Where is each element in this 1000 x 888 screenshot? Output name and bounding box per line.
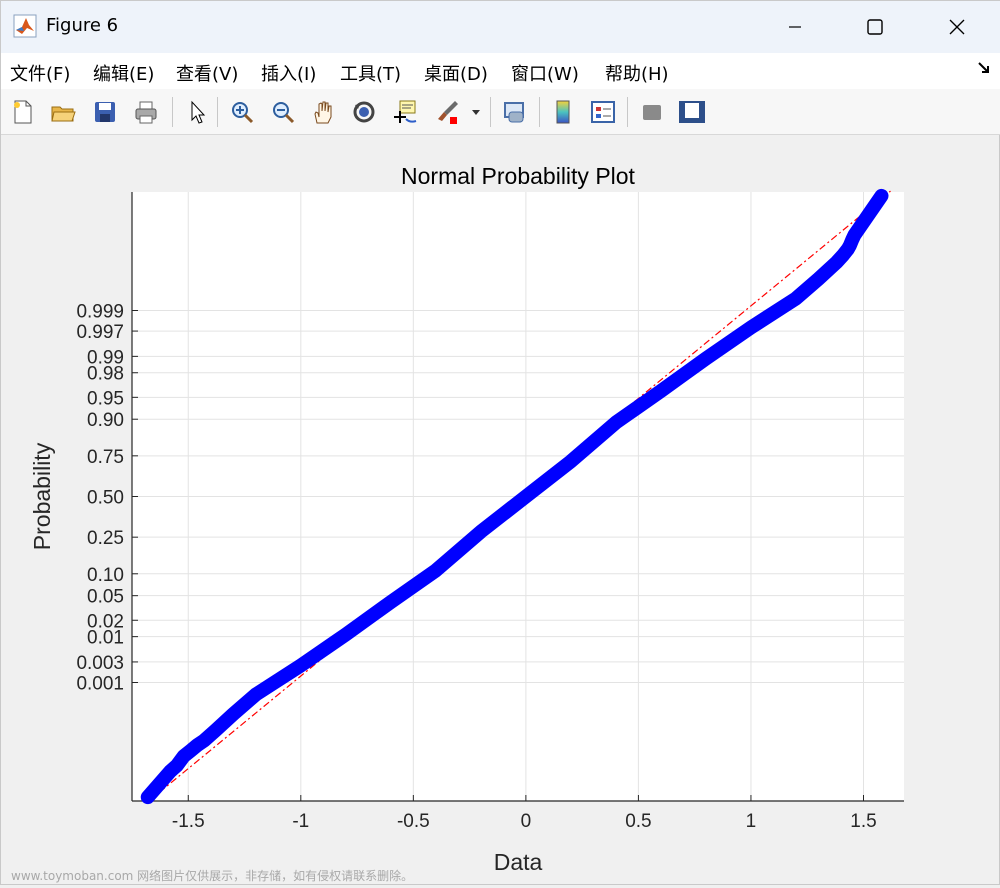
watermark: www.toymoban.com 网络图片仅供展示，非存储，如有侵权请联系删除。 [11, 869, 414, 883]
menu-bar: 文件(F) 编辑(E) 查看(V) 插入(I) 工具(T) 桌面(D) 窗口(W… [1, 53, 1000, 89]
maximize-button[interactable] [852, 7, 898, 47]
zoom-out-button[interactable] [267, 96, 299, 128]
pan-hand-icon [314, 101, 332, 124]
maximize-icon [867, 19, 883, 35]
x-tick-label: -0.5 [397, 811, 430, 832]
close-button[interactable] [934, 7, 980, 47]
y-tick-label: 0.25 [87, 528, 124, 549]
brush-icon [438, 101, 458, 124]
x-tick-label: 1.5 [850, 811, 876, 832]
menu-file[interactable]: 文件(F) [10, 60, 70, 86]
open-file-icon [51, 106, 76, 122]
select-arrow-icon [191, 100, 206, 124]
show-plot-tools-icon [679, 101, 705, 123]
x-tick-label: 1 [746, 811, 757, 832]
hide-plot-tools-icon [643, 105, 661, 120]
new-figure-icon [14, 100, 32, 124]
dock-arrow-icon[interactable] [977, 61, 991, 75]
x-axis-label: Data [494, 849, 543, 875]
y-tick-label: 0.05 [87, 587, 124, 608]
y-tick-label: 0.90 [87, 410, 124, 431]
minimize-icon [789, 26, 801, 28]
show-plot-tools-button[interactable] [676, 96, 708, 128]
data-cursor-button[interactable] [389, 96, 421, 128]
legend-icon [591, 101, 615, 123]
menu-desktop[interactable]: 桌面(D) [424, 60, 488, 86]
title-bar[interactable]: Figure 6 [1, 1, 1000, 53]
y-tick-label: 0.001 [76, 673, 124, 694]
print-button[interactable] [130, 96, 162, 128]
probability-plot[interactable]: -1.5 -1 -0.5 0 0.5 1 1.50.0010.0030.010.020.05… [2, 136, 999, 884]
toolbar-separator [539, 97, 540, 127]
toolbar-separator [627, 97, 628, 127]
open-file-button[interactable] [47, 96, 79, 128]
legend-button[interactable] [587, 96, 619, 128]
close-icon [949, 19, 965, 35]
y-tick-label: 0.997 [76, 322, 124, 343]
window-title: Figure 6 [46, 15, 119, 36]
rotate-3d-button[interactable] [348, 96, 380, 128]
link-plot-button[interactable] [498, 96, 530, 128]
y-tick-label: 0.75 [87, 447, 124, 468]
menu-view[interactable]: 查看(V) [176, 60, 238, 86]
toolbar-separator [172, 97, 173, 127]
matlab-app-icon [13, 14, 37, 38]
chart-title: Normal Probability Plot [401, 163, 636, 189]
figure-window: Figure 6 文件(F) 编辑(E) 查看(V) 插入(I) 工具(T) 桌… [0, 0, 1000, 885]
menu-window[interactable]: 窗口(W) [511, 60, 579, 86]
x-tick-label: 0.5 [625, 811, 651, 832]
y-tick-label: 0.02 [87, 611, 124, 632]
x-tick-label: -1 [292, 811, 309, 832]
minimize-button[interactable] [772, 7, 818, 47]
colorbar-button[interactable] [547, 96, 579, 128]
select-button[interactable] [181, 96, 213, 128]
brush-button[interactable] [431, 96, 463, 128]
y-tick-label: 0.10 [87, 565, 124, 586]
brush-dropdown-button[interactable] [467, 96, 485, 128]
toolbar-separator [217, 97, 218, 127]
figure-toolbar [1, 89, 1000, 135]
x-tick-label: 0 [521, 811, 532, 832]
zoom-out-icon [273, 102, 295, 124]
zoom-in-button[interactable] [226, 96, 258, 128]
new-figure-button[interactable] [7, 96, 39, 128]
menu-tools[interactable]: 工具(T) [340, 60, 401, 86]
rotate-3d-icon [353, 101, 375, 123]
save-icon [95, 102, 115, 122]
y-tick-label: 0.50 [87, 488, 124, 509]
link-plot-icon [504, 102, 524, 123]
toolbar-separator [490, 97, 491, 127]
menu-edit[interactable]: 编辑(E) [93, 60, 154, 86]
zoom-in-icon [232, 102, 254, 124]
menu-insert[interactable]: 插入(I) [261, 60, 316, 86]
colorbar-icon [556, 100, 570, 124]
figure-canvas: -1.5 -1 -0.5 0 0.5 1 1.5 0.001 0.003 0.01 0.02 0.05… [2, 136, 999, 884]
data-cursor-icon [394, 100, 417, 123]
pan-button[interactable] [307, 96, 339, 128]
y-tick-label: 0.99 [87, 347, 124, 368]
save-button[interactable] [89, 96, 121, 128]
print-icon [135, 101, 157, 124]
brush-dropdown-icon [472, 110, 480, 115]
hide-plot-tools-button[interactable] [636, 96, 668, 128]
y-tick-label: 0.95 [87, 388, 124, 409]
menu-help[interactable]: 帮助(H) [605, 60, 669, 86]
y-tick-label: 0.999 [76, 302, 124, 323]
y-tick-label: 0.003 [76, 653, 124, 674]
y-axis-label: Probability [29, 442, 55, 550]
x-tick-label: -1.5 [172, 811, 205, 832]
